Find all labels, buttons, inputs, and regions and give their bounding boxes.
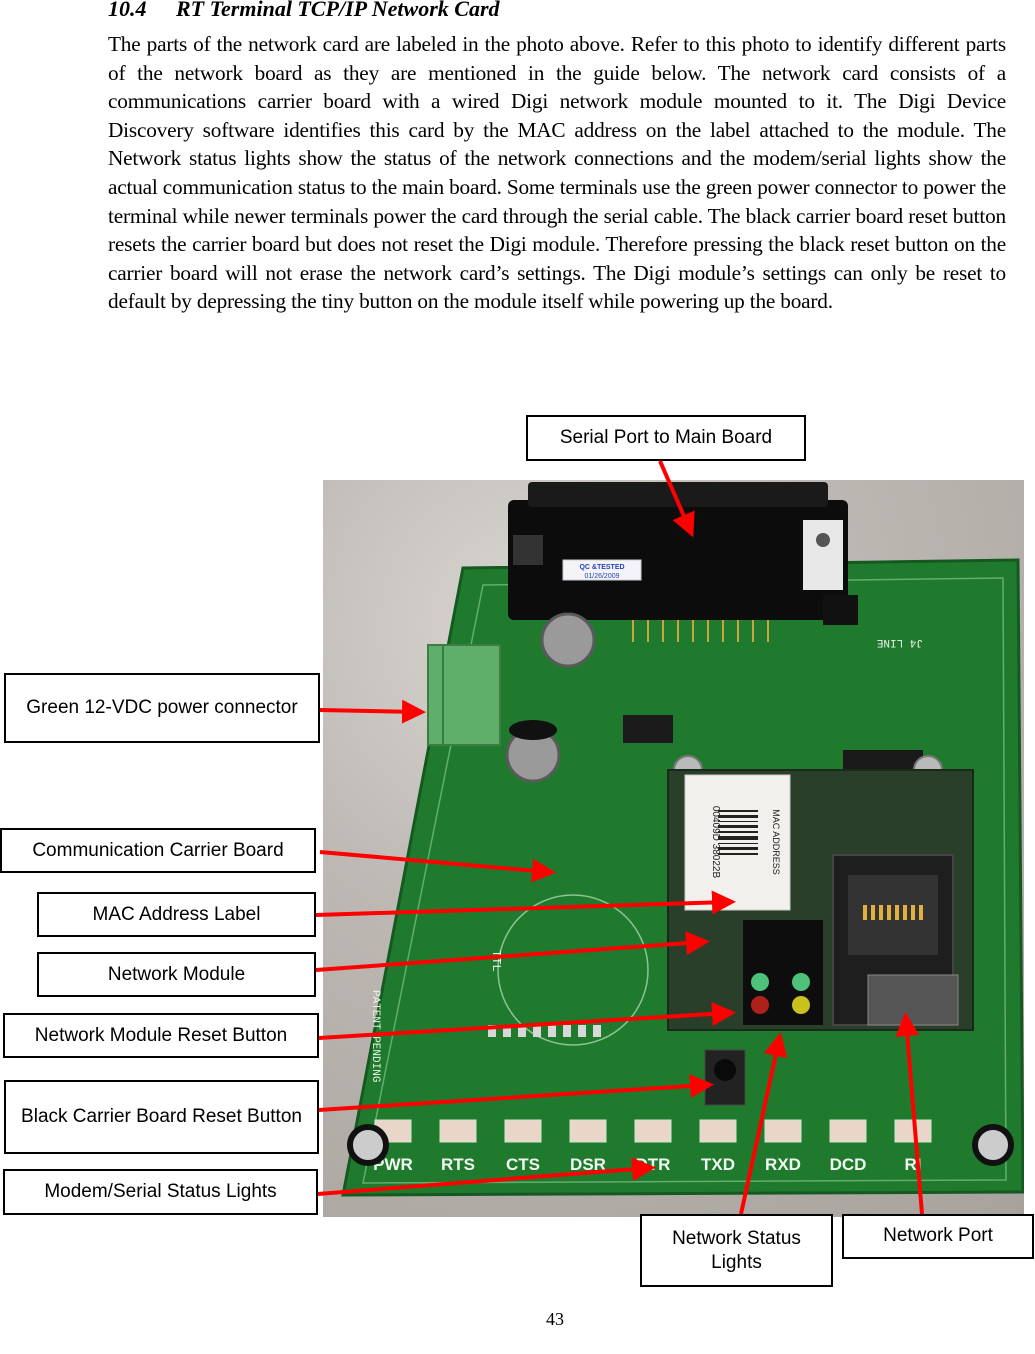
network-card-photo: QC &TESTED 01/26/2009 MAC ADDRESS 00409D — [323, 480, 1024, 1217]
section-title: RT Terminal TCP/IP Network Card — [176, 0, 500, 21]
modem-led — [894, 1119, 932, 1143]
network-led-yellow — [792, 996, 810, 1014]
qc-sticker-line2: 01/26/2009 — [584, 573, 619, 580]
network-led-green-1 — [751, 973, 769, 991]
network-card-illustration: QC &TESTED 01/26/2009 MAC ADDRESS 00409D — [341, 482, 1024, 1197]
callout-carrier-reset: Black Carrier Board Reset Button — [4, 1080, 319, 1154]
callout-carrier-board: Communication Carrier Board — [0, 828, 316, 873]
mac-sticker-title: MAC ADDRESS — [771, 809, 781, 875]
page-number: 43 — [546, 1309, 564, 1329]
capacitor — [540, 612, 596, 668]
led-label: RTS — [441, 1155, 475, 1174]
led-label: CTS — [506, 1155, 540, 1174]
callout-module-reset: Network Module Reset Button — [3, 1013, 319, 1058]
callout-power-connector: Green 12-VDC power connector — [4, 673, 320, 743]
qc-sticker-line1: QC &TESTED — [579, 564, 624, 571]
section-number: 10.4 — [108, 0, 147, 21]
patent-pending-label: PATENT PENDING — [369, 990, 381, 1082]
network-led-red — [751, 996, 769, 1014]
led-label: DCD — [830, 1155, 867, 1174]
led-label: TXD — [701, 1155, 735, 1174]
modem-led — [439, 1119, 477, 1143]
callout-network-module: Network Module — [37, 952, 316, 997]
modem-led — [699, 1119, 737, 1143]
callout-mac-label: MAC Address Label — [37, 892, 316, 937]
section-heading: 10.4 RT Terminal TCP/IP Network Card — [108, 0, 500, 22]
body-paragraph: The parts of the network card are labele… — [108, 32, 1006, 314]
callout-modem-lights: Modem/Serial Status Lights — [3, 1169, 318, 1215]
modem-led — [569, 1119, 607, 1143]
led-label: RI — [905, 1155, 922, 1174]
serial-connector — [508, 500, 848, 620]
line-label: J4 LINE — [876, 636, 923, 648]
modem-led — [764, 1119, 802, 1143]
modem-led — [634, 1119, 672, 1143]
callout-network-lights: Network Status Lights — [640, 1214, 833, 1287]
ttl-label: TTL — [489, 950, 503, 972]
led-label: DSR — [570, 1155, 606, 1174]
led-label: DTR — [636, 1155, 671, 1174]
green-power-connector — [427, 644, 501, 746]
callout-network-port: Network Port — [842, 1214, 1034, 1259]
network-led-green-2 — [792, 973, 810, 991]
callout-serial-port: Serial Port to Main Board — [526, 415, 806, 461]
modem-led — [829, 1119, 867, 1143]
modem-led — [504, 1119, 542, 1143]
led-label: RXD — [765, 1155, 801, 1174]
